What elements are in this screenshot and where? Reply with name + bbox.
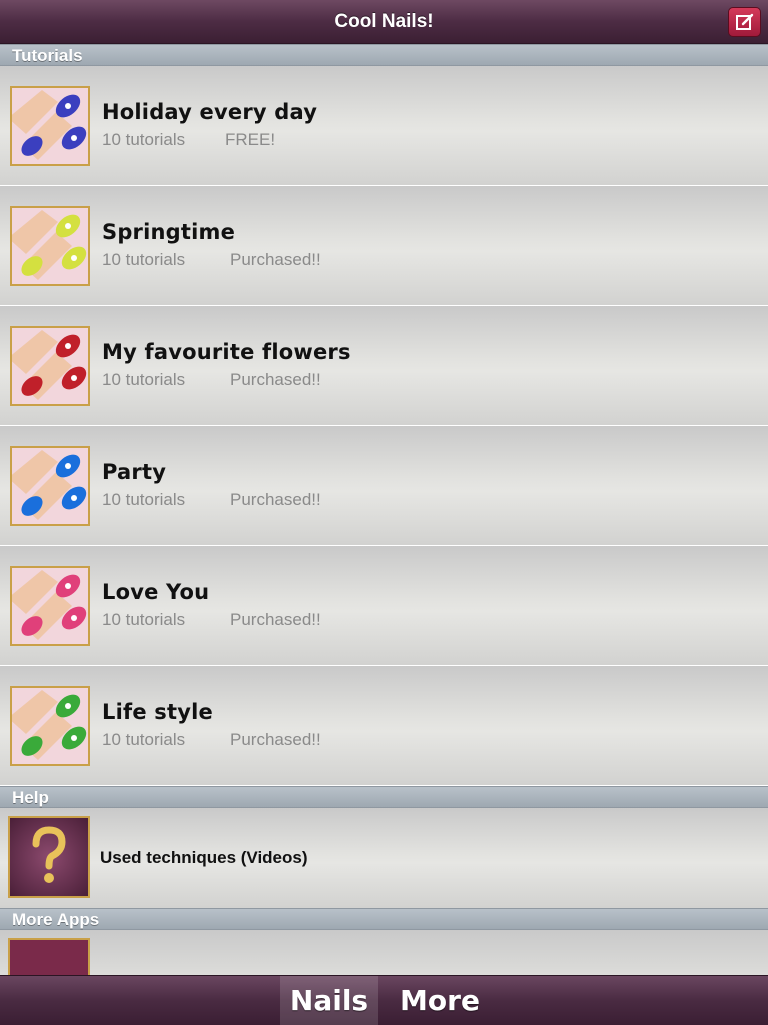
help-row[interactable]: Used techniques (Videos): [0, 808, 768, 908]
tutorial-count: 10 tutorials: [102, 370, 186, 389]
nail-thumbnail: [10, 566, 90, 646]
nail-thumbnail: [10, 206, 90, 286]
tutorial-title: Springtime: [102, 220, 236, 244]
tutorial-row[interactable]: Love You 10 tutorials Purchased!!: [0, 546, 768, 666]
nail-thumbnail-art: [12, 208, 88, 284]
nav-bar: Cool Nails!: [0, 0, 768, 44]
tutorial-status: Purchased!!: [230, 610, 321, 629]
nail-thumbnail: [10, 86, 90, 166]
section-header-more-apps: More Apps: [0, 908, 768, 930]
tutorial-status: Purchased!!: [230, 370, 321, 389]
tab-nails[interactable]: Nails: [280, 976, 378, 1025]
tutorial-count: 10 tutorials: [102, 730, 186, 749]
tutorial-row[interactable]: Life style 10 tutorials Purchased!!: [0, 666, 768, 786]
tutorial-count: 10 tutorials: [102, 610, 186, 629]
nail-thumbnail-art: [12, 568, 88, 644]
tutorial-count: 10 tutorials: [102, 250, 186, 269]
tutorial-row[interactable]: Springtime 10 tutorials Purchased!!: [0, 186, 768, 306]
tutorial-row[interactable]: My favourite flowers 10 tutorials Purchase…: [0, 306, 768, 426]
question-icon: [32, 826, 66, 883]
help-thumbnail: [8, 816, 90, 898]
nail-thumbnail: [10, 446, 90, 526]
tab-bar: Nails More: [0, 975, 768, 1025]
nail-thumbnail: [10, 326, 90, 406]
nail-thumbnail: [10, 686, 90, 766]
tutorial-count: 10 tutorials: [102, 490, 186, 509]
tutorial-row[interactable]: Holiday every day 10 tutorials FREE!: [0, 66, 768, 186]
section-title: Tutorials: [12, 46, 83, 65]
section-header-help: Help: [0, 786, 768, 808]
tutorial-status: Purchased!!: [230, 490, 321, 509]
nail-thumbnail-art: [12, 328, 88, 404]
nail-thumbnail-art: [12, 448, 88, 524]
nail-thumbnail-art: [12, 88, 88, 164]
tutorial-title: Party: [102, 460, 167, 484]
nail-thumbnail-art: [12, 688, 88, 764]
compose-button[interactable]: [728, 7, 761, 37]
tutorial-count: 10 tutorials: [102, 130, 186, 149]
tutorial-status: Purchased!!: [230, 730, 321, 749]
help-label: Used techniques (Videos): [100, 848, 308, 867]
section-header-tutorials: Tutorials: [0, 44, 768, 66]
nav-title: Cool Nails!: [334, 11, 434, 32]
tutorial-title: Holiday every day: [102, 100, 318, 124]
tab-more[interactable]: More: [390, 976, 490, 1025]
tutorial-title: Life style: [102, 700, 213, 724]
tutorial-row[interactable]: Party 10 tutorials Purchased!!: [0, 426, 768, 546]
section-title: More Apps: [12, 910, 100, 929]
compose-icon: [735, 13, 753, 30]
tutorial-status: FREE!: [225, 130, 276, 149]
tutorial-status: Purchased!!: [230, 250, 321, 269]
section-title: Help: [12, 788, 49, 807]
tutorial-title: My favourite flowers: [102, 340, 351, 364]
tutorial-title: Love You: [102, 580, 210, 604]
